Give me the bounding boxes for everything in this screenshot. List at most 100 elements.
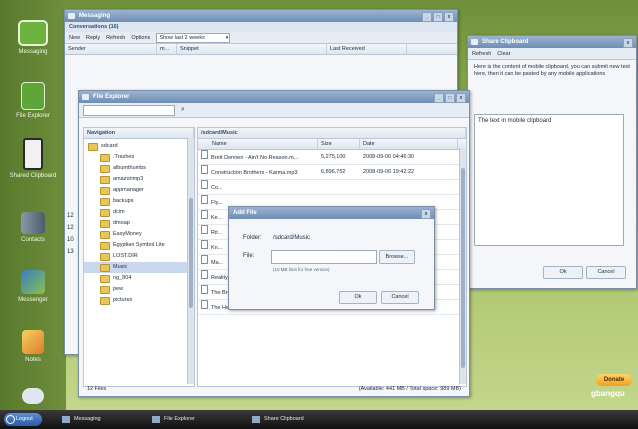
minimize-icon[interactable]: _ xyxy=(422,12,432,22)
table-row[interactable]: Construction Brothers - Karma.mp3 6,896,7… xyxy=(198,165,466,180)
dock-item-file-explorer[interactable]: File Explorer xyxy=(6,82,60,119)
window-title: File Explorer xyxy=(93,94,130,100)
tree-item[interactable]: sdcard xyxy=(84,141,194,152)
cancel-button[interactable]: Cancel xyxy=(586,266,626,279)
tree-item-label: Egyptian Symbol Lite xyxy=(113,242,165,248)
folder-icon xyxy=(100,219,110,228)
tree-item[interactable]: albumthumbs xyxy=(84,163,194,174)
close-icon[interactable]: x xyxy=(456,93,466,103)
tree-item[interactable]: dcim xyxy=(84,207,194,218)
tree-item[interactable]: .Trashes xyxy=(84,152,194,163)
cell-name: Brett Dennen - Ain't No Reason.m... xyxy=(198,150,318,164)
tree-item[interactable]: backups xyxy=(84,196,194,207)
task-file-explorer[interactable]: File Explorer xyxy=(150,414,242,425)
tree-item[interactable]: Music xyxy=(84,262,194,273)
tree-item[interactable]: ng_804 xyxy=(84,273,194,284)
close-icon[interactable]: x xyxy=(623,38,633,48)
folder-icon xyxy=(100,208,110,217)
tree-item-label: Music xyxy=(113,264,128,270)
ok-button[interactable]: Ok xyxy=(339,291,377,304)
task-messaging[interactable]: Messaging xyxy=(60,414,152,425)
column-header[interactable]: Name xyxy=(198,139,318,149)
window-controls: x xyxy=(623,38,633,48)
new-button[interactable]: New xyxy=(69,35,80,41)
refresh-button[interactable]: Refresh xyxy=(106,35,125,41)
messaging-toolbar: New Reply Refresh Options Show last 2 we… xyxy=(65,32,457,44)
explorer-titlebar[interactable]: File Explorer _ □ x xyxy=(79,91,469,103)
logout-button[interactable]: Logout xyxy=(4,413,42,426)
messaging-titlebar[interactable]: Messaging _ □ x xyxy=(65,10,457,22)
minimize-icon[interactable]: _ xyxy=(434,93,444,103)
cell-date: 2008-09-06 04:46:30 xyxy=(363,154,415,160)
clipboard-textarea[interactable]: The text in mobile clipboard xyxy=(474,114,624,246)
column-header[interactable]: m... xyxy=(157,44,177,54)
file-scrollbar[interactable] xyxy=(459,148,466,384)
maximize-icon[interactable]: □ xyxy=(433,12,443,22)
status-left: 12 Files xyxy=(87,386,107,392)
column-header[interactable]: Last Received xyxy=(327,44,407,54)
file-icon xyxy=(201,165,208,174)
sidebar-dock: Messaging File Explorer Shared Clipboard… xyxy=(0,0,66,410)
maximize-icon[interactable]: □ xyxy=(445,93,455,103)
dock-item-messenger[interactable]: Messenger xyxy=(6,270,60,303)
filter-value: Show last 2 weeks xyxy=(159,34,205,41)
search-icon[interactable]: ⌕ xyxy=(181,106,185,114)
close-icon[interactable]: x xyxy=(421,209,431,219)
tree-scrollbar[interactable] xyxy=(187,138,194,384)
window-icon xyxy=(471,39,478,45)
folder-icon xyxy=(100,197,110,206)
dialog-title: Add File xyxy=(233,210,257,216)
logout-label: Logout xyxy=(16,416,33,422)
dock-item-contacts[interactable]: Contacts xyxy=(6,212,60,243)
speech-bubble-icon xyxy=(18,20,48,46)
dock-item-clipboard[interactable]: Shared Clipboard xyxy=(6,138,60,179)
cancel-button[interactable]: Cancel xyxy=(381,291,419,304)
folder-icon xyxy=(100,164,110,173)
tree-item[interactable]: amazonmp3 xyxy=(84,174,194,185)
tree-item-label: albumthumbs xyxy=(113,165,147,171)
tree-item[interactable]: pew xyxy=(84,284,194,295)
window-controls: _ □ x xyxy=(434,93,466,103)
dock-item-messaging[interactable]: Messaging xyxy=(6,20,60,55)
tree-item[interactable]: appmanager xyxy=(84,185,194,196)
clear-button[interactable]: Clear xyxy=(497,51,510,57)
dock-label: Shared Clipboard xyxy=(9,173,57,179)
table-row[interactable]: Brett Dennen - Ain't No Reason.m... 5,275… xyxy=(198,150,466,165)
donate-button[interactable]: Donate xyxy=(596,374,632,386)
reply-button[interactable]: Reply xyxy=(86,35,100,41)
scroll-thumb[interactable] xyxy=(189,198,193,308)
tree-item[interactable]: LOST.DIR xyxy=(84,251,194,262)
folder-icon xyxy=(100,296,110,305)
table-row[interactable]: Co... xyxy=(198,180,466,195)
folder-tree: sdcard .Trashes albumthumbs amazonmp3 appman… xyxy=(84,139,194,306)
close-icon[interactable]: x xyxy=(444,12,454,22)
file-icon xyxy=(201,225,208,234)
ok-button[interactable]: Ok xyxy=(543,266,583,279)
task-share-clipboard[interactable]: Share Clipboard xyxy=(250,414,342,425)
filter-select[interactable]: Show last 2 weeks ▾ xyxy=(156,32,231,43)
window-icon xyxy=(68,13,75,19)
tree-item[interactable]: EasyMoney xyxy=(84,229,194,240)
scroll-thumb[interactable] xyxy=(461,168,465,368)
clipboard-titlebar[interactable]: Share Clipboard x xyxy=(468,36,636,48)
tree-item[interactable]: pictures xyxy=(84,295,194,306)
folder-icon xyxy=(100,186,110,195)
tree-item[interactable]: Egyptian Symbol Lite xyxy=(84,240,194,251)
dock-item-notes[interactable]: Notes xyxy=(6,330,60,363)
tree-item[interactable]: dmoap xyxy=(84,218,194,229)
dialog-titlebar[interactable]: Add File x xyxy=(229,207,434,219)
navigation-header: Navigation xyxy=(84,128,194,139)
file-input[interactable] xyxy=(271,250,377,264)
tree-item-label: sdcard xyxy=(101,143,118,149)
column-header[interactable]: Date xyxy=(360,139,458,149)
column-header[interactable]: Sender xyxy=(65,44,157,54)
refresh-button[interactable]: Refresh xyxy=(472,51,491,57)
browse-button[interactable]: Browse... xyxy=(379,250,415,264)
column-header[interactable]: Size xyxy=(318,139,360,149)
column-header[interactable]: Snippet xyxy=(177,44,327,54)
notes-icon xyxy=(22,330,44,354)
folder-icon xyxy=(100,175,110,184)
address-field[interactable] xyxy=(83,104,175,116)
taskbar: Logout Messaging File Explorer Share Cli… xyxy=(0,410,638,429)
tree-item-label: EasyMoney xyxy=(113,231,142,237)
